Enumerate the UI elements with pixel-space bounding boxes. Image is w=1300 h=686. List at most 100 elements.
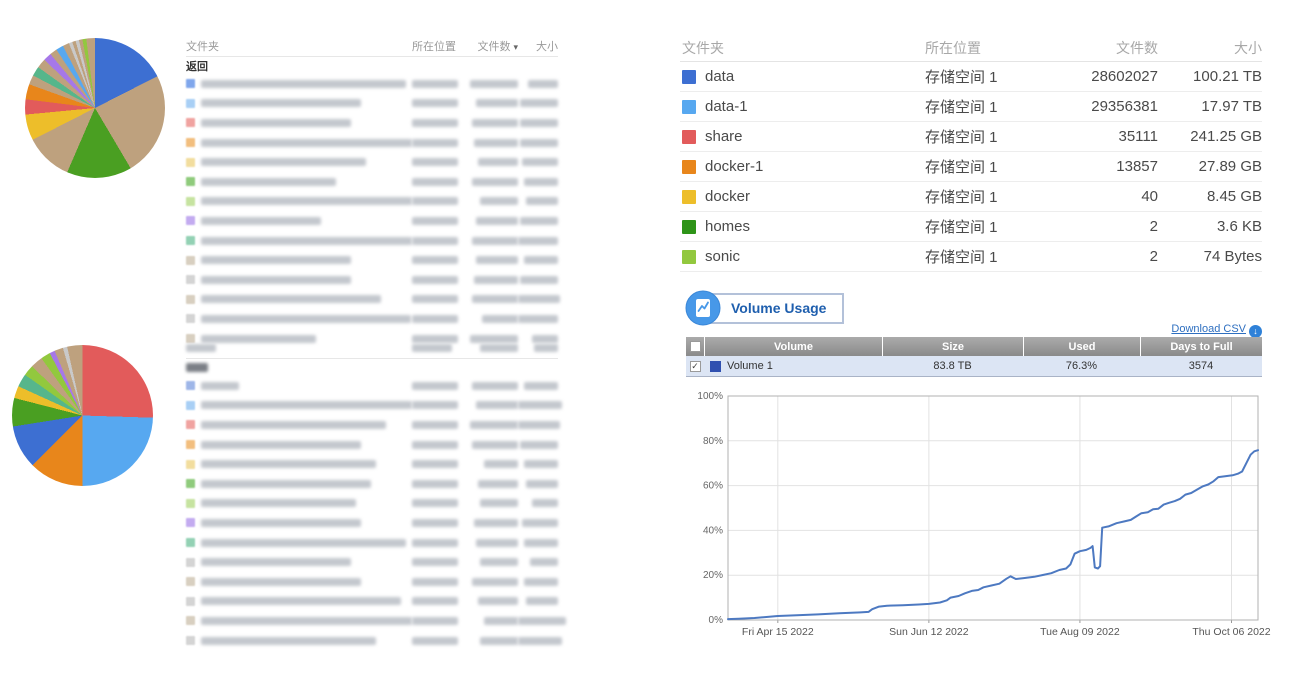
folder-row[interactable]: docker存储空间 1408.45 GB: [680, 182, 1262, 212]
folder-row-redacted[interactable]: [186, 133, 558, 153]
folder-usage-pie-chart-top[interactable]: [25, 38, 165, 178]
folder-location: 存储空间 1: [912, 216, 1036, 237]
folder-row-redacted[interactable]: [186, 152, 558, 172]
folder-row-redacted[interactable]: [186, 211, 558, 231]
folder-location: 存储空间 1: [912, 66, 1036, 87]
folder-row[interactable]: sonic存储空间 1274 Bytes: [680, 242, 1262, 272]
volume-usage-title: Volume Usage: [701, 293, 844, 324]
column-size[interactable]: 大小: [518, 38, 558, 54]
folder-row-redacted[interactable]: [186, 309, 558, 329]
folder-row-redacted[interactable]: [186, 611, 558, 631]
folder-size: 74 Bytes: [1158, 248, 1262, 265]
volume-color-swatch: [710, 361, 721, 372]
redacted-folder-rows: [186, 74, 558, 348]
usage-line-series: [728, 450, 1258, 619]
folder-row[interactable]: data-1存储空间 12935638117.97 TB: [680, 92, 1262, 122]
folder-row-redacted[interactable]: [186, 435, 558, 455]
folder-size: 17.97 TB: [1158, 98, 1262, 115]
redacted-folder-rows: [186, 376, 558, 650]
folder-file-count: 2: [1036, 218, 1158, 235]
folder-row-redacted[interactable]: [186, 270, 558, 290]
column-location[interactable]: 所在位置: [412, 38, 468, 54]
folder-file-count: 29356381: [1036, 98, 1158, 115]
column-count[interactable]: 文件数: [1036, 38, 1158, 58]
folder-row-redacted[interactable]: [186, 376, 558, 396]
folder-row-redacted[interactable]: [186, 415, 558, 435]
folder-name: homes: [705, 218, 750, 235]
column-count[interactable]: 文件数▾: [468, 38, 518, 54]
volume-row[interactable]: ✓Volume 183.8 TB76.3%3574: [686, 356, 1262, 377]
folder-row-redacted[interactable]: [186, 513, 558, 533]
download-row: Download CSV↓: [680, 323, 1262, 338]
volume-size: 83.8 TB: [882, 360, 1023, 372]
folder-row-redacted[interactable]: [186, 172, 558, 192]
column-location[interactable]: 所在位置: [912, 38, 1036, 58]
folder-row-redacted[interactable]: [186, 231, 558, 251]
folder-name: share: [705, 128, 743, 145]
y-axis-tick-label: 0%: [709, 615, 724, 626]
select-all-checkbox[interactable]: [686, 337, 704, 356]
column-count-label: 文件数: [477, 41, 510, 53]
y-axis-tick-label: 100%: [697, 391, 723, 402]
folder-size: 27.89 GB: [1158, 158, 1262, 175]
folder-row-redacted[interactable]: [186, 533, 558, 553]
column-size[interactable]: 大小: [1158, 38, 1262, 58]
column-count-redacted: [468, 342, 518, 354]
folder-row[interactable]: homes存储空间 123.6 KB: [680, 212, 1262, 242]
folder-color-swatch: [682, 250, 696, 264]
x-axis-tick-label: Sun Jun 12 2022: [889, 626, 969, 638]
folder-file-count: 40: [1036, 188, 1158, 205]
folder-location: 存储空间 1: [912, 186, 1036, 207]
folder-row-redacted[interactable]: [186, 192, 558, 212]
y-axis-tick-label: 40%: [703, 525, 723, 536]
folder-rows: data存储空间 128602027100.21 TBdata-1存储空间 12…: [680, 62, 1262, 272]
folder-row-redacted[interactable]: [186, 494, 558, 514]
folder-table: 文件夹 所在位置 文件数 大小 data存储空间 128602027100.21…: [680, 34, 1262, 272]
folder-row-redacted[interactable]: [186, 396, 558, 416]
folder-row-redacted[interactable]: [186, 552, 558, 572]
folder-location: 存储空间 1: [912, 126, 1036, 147]
folder-row[interactable]: docker-1存储空间 11385727.89 GB: [680, 152, 1262, 182]
column-volume-size[interactable]: Size: [882, 337, 1023, 356]
folder-file-count: 2: [1036, 248, 1158, 265]
volume-checkbox[interactable]: ✓: [690, 361, 701, 372]
folder-usage-pie-chart-bottom[interactable]: [12, 345, 153, 486]
column-folder[interactable]: 文件夹: [680, 38, 912, 58]
table-header-redacted: [186, 338, 558, 359]
column-folder[interactable]: 文件夹: [186, 38, 412, 54]
volume-table-header: Volume Size Used Days to Full: [686, 337, 1262, 356]
x-axis-tick-label: Fri Apr 15 2022: [742, 626, 814, 638]
folder-row-redacted[interactable]: [186, 631, 558, 651]
storage-analyzer-screen: 文件夹 所在位置 文件数▾ 大小 返回 文件夹 所在位置 文件数 大小 da: [0, 0, 1300, 686]
y-axis-tick-label: 60%: [703, 481, 723, 492]
column-used[interactable]: Used: [1023, 337, 1140, 356]
y-axis-tick-label: 80%: [703, 436, 723, 447]
y-axis-tick-label: 20%: [703, 570, 723, 581]
folder-row-redacted[interactable]: [186, 290, 558, 310]
folder-size: 241.25 GB: [1158, 128, 1262, 145]
back-link[interactable]: 返回: [186, 58, 208, 74]
back-row-redacted[interactable]: [186, 359, 558, 376]
folder-row-redacted[interactable]: [186, 113, 558, 133]
folder-size: 100.21 TB: [1158, 68, 1262, 85]
folder-row-redacted[interactable]: [186, 250, 558, 270]
folder-row-redacted[interactable]: [186, 592, 558, 612]
folder-row[interactable]: data存储空间 128602027100.21 TB: [680, 62, 1262, 92]
folder-size: 8.45 GB: [1158, 188, 1262, 205]
column-days-to-full[interactable]: Days to Full: [1140, 337, 1262, 356]
folder-row-redacted[interactable]: [186, 94, 558, 114]
folder-row-redacted[interactable]: [186, 454, 558, 474]
folder-row-redacted[interactable]: [186, 572, 558, 592]
folder-color-swatch: [682, 130, 696, 144]
column-size-redacted: [518, 342, 558, 354]
folder-row[interactable]: share存储空间 135111241.25 GB: [680, 122, 1262, 152]
folder-location: 存储空间 1: [912, 246, 1036, 267]
folder-color-swatch: [682, 220, 696, 234]
folder-row-redacted[interactable]: [186, 74, 558, 94]
folder-name: docker-1: [705, 158, 763, 175]
column-volume[interactable]: Volume: [704, 337, 882, 356]
download-csv-link[interactable]: Download CSV: [1171, 323, 1246, 335]
folder-row-redacted[interactable]: [186, 474, 558, 494]
x-axis-tick-label: Thu Oct 06 2022: [1192, 626, 1270, 638]
folder-color-swatch: [682, 160, 696, 174]
